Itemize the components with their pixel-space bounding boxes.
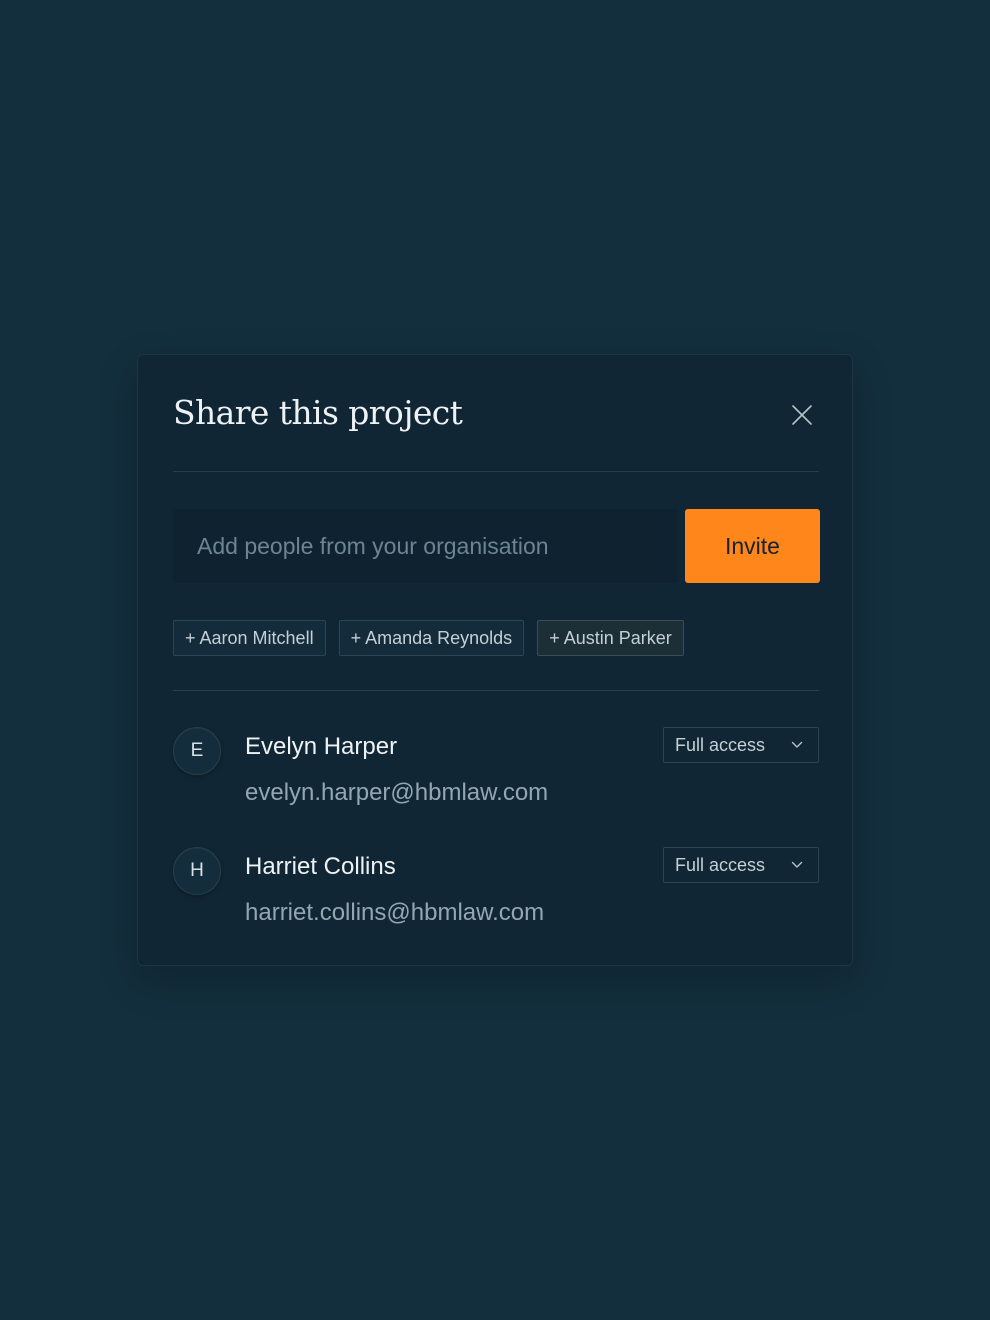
- access-dropdown[interactable]: Full access: [663, 847, 819, 883]
- suggestion-chip-austin-parker[interactable]: + Austin Parker: [537, 620, 684, 656]
- suggestion-chip-amanda-reynolds[interactable]: + Amanda Reynolds: [338, 620, 525, 656]
- suggested-people: + Aaron Mitchell + Amanda Reynolds + Aus…: [173, 620, 684, 656]
- avatar: E: [173, 727, 221, 775]
- access-label: Full access: [675, 854, 766, 875]
- member-name: Harriet Collins: [245, 853, 396, 880]
- avatar: H: [173, 847, 221, 895]
- suggestion-chip-aaron-mitchell[interactable]: + Aaron Mitchell: [173, 620, 326, 656]
- access-dropdown[interactable]: Full access: [663, 727, 819, 763]
- close-button[interactable]: [782, 395, 822, 435]
- member-name: Evelyn Harper: [245, 733, 398, 760]
- invite-button[interactable]: Invite: [685, 509, 820, 583]
- chevron-down-icon: [791, 861, 803, 869]
- chevron-down-icon: [791, 741, 803, 749]
- member-row: H Harriet Collins harriet.collins@hbmlaw…: [173, 847, 819, 937]
- member-email: harriet.collins@hbmlaw.com: [245, 899, 545, 926]
- add-people-input[interactable]: [173, 509, 678, 583]
- members-divider: [173, 690, 819, 691]
- access-label: Full access: [675, 734, 766, 755]
- member-email: evelyn.harper@hbmlaw.com: [245, 779, 549, 806]
- dialog-title: Share this project: [173, 393, 463, 432]
- header-divider: [173, 471, 819, 472]
- share-dialog: Share this project Invite + Aaron Mitche…: [137, 354, 853, 966]
- member-row: E Evelyn Harper evelyn.harper@hbmlaw.com…: [173, 727, 819, 817]
- close-icon: [792, 405, 812, 425]
